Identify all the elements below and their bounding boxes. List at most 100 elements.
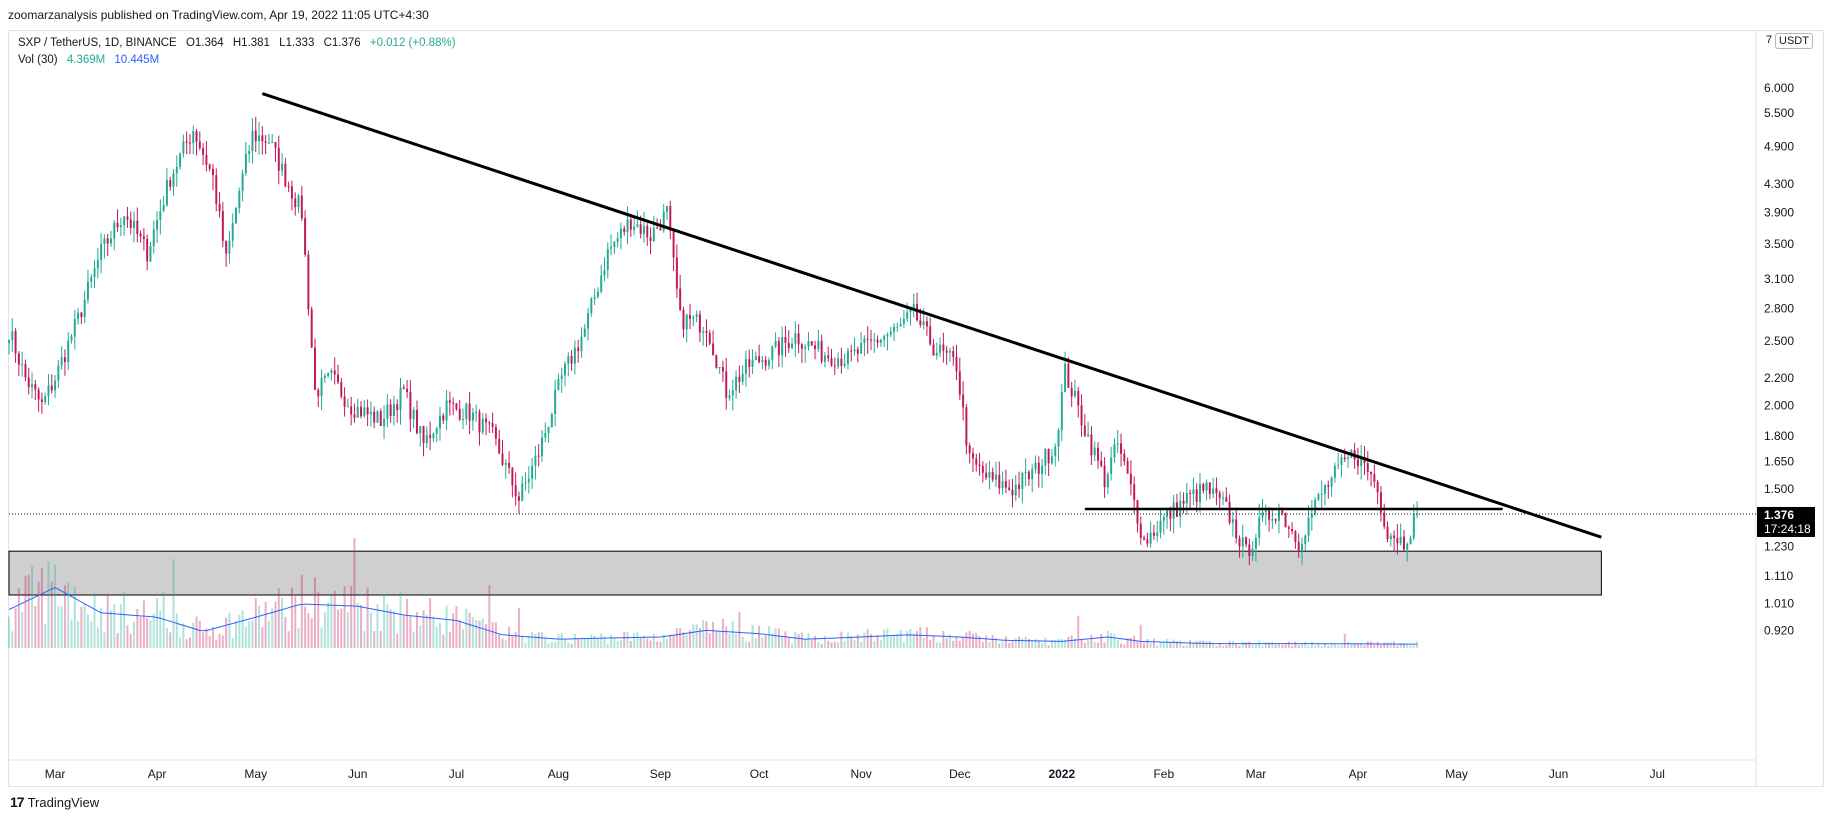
candle [93, 260, 96, 289]
volume-bar [639, 637, 642, 648]
candle [968, 442, 971, 464]
volume-bar [830, 642, 833, 648]
volume-bar [840, 631, 843, 648]
candle-body [1317, 494, 1320, 500]
volume-bar [258, 605, 261, 648]
volume-bar [254, 598, 257, 648]
candle [27, 367, 30, 395]
candle [366, 399, 369, 427]
volume-bar [1235, 644, 1238, 648]
volume-bar [1350, 644, 1353, 648]
candle-body [106, 238, 109, 244]
volume-bar [1077, 615, 1080, 648]
volume-bar [103, 632, 106, 648]
candle [67, 332, 70, 371]
volume-bar [93, 592, 96, 648]
candle [346, 398, 349, 408]
volume-bar [1011, 639, 1014, 648]
candle [1162, 514, 1165, 535]
candle-body [744, 359, 747, 374]
candle-body [843, 363, 846, 366]
candle [962, 381, 965, 421]
volume-bar [679, 628, 682, 648]
volume-bar [873, 641, 876, 648]
candle [672, 228, 675, 271]
candle-body [531, 465, 534, 479]
candle [610, 234, 613, 256]
volume-bar [126, 625, 129, 648]
candle [343, 387, 346, 417]
candle-body [1205, 482, 1208, 491]
volume-bar [728, 634, 731, 648]
volume-bar [758, 625, 761, 648]
y-tick-label: 3.500 [1764, 237, 1794, 251]
candle [402, 384, 405, 390]
candle [616, 232, 619, 248]
candle [1231, 511, 1234, 537]
volume-bar [504, 640, 507, 648]
x-tick-label: 2022 [1048, 767, 1075, 781]
candle-body [271, 142, 274, 144]
volume-bar [123, 592, 126, 648]
candle-body [1136, 500, 1139, 524]
volume-bar [1379, 645, 1382, 648]
candle-body [1409, 538, 1412, 545]
candle [557, 373, 560, 391]
candle-body [1412, 514, 1415, 539]
candle-body [208, 164, 211, 169]
candle [475, 404, 478, 423]
volume-bar [718, 632, 721, 648]
volume-bar [1060, 638, 1063, 648]
candle [264, 134, 267, 155]
volume-bar [919, 627, 922, 648]
candle [86, 269, 89, 304]
candle [498, 429, 501, 455]
candle-body [294, 198, 297, 208]
price-chart[interactable]: 6.000 5.500 4.900 4.300 3.900 3.500 3.100 2.800… [0, 0, 1834, 821]
candle-body [761, 359, 764, 363]
candle-body [955, 356, 958, 372]
volume-bar [705, 621, 708, 648]
candle-body [162, 205, 165, 212]
candle [695, 310, 698, 323]
volume-bar [205, 628, 208, 648]
candle [80, 311, 83, 325]
candle-body [570, 355, 573, 364]
volume-bar [419, 625, 422, 648]
volume-bar [1195, 641, 1198, 648]
volume-bar [800, 632, 803, 648]
candle-body [692, 317, 695, 319]
candle [840, 347, 843, 374]
volume-bar [958, 640, 961, 648]
last-price-tag: 1.37617:24:18 [1757, 506, 1815, 537]
candle-body [642, 225, 645, 234]
tradingview-logo-icon[interactable]: 17 [10, 794, 25, 810]
candle [649, 227, 652, 255]
candle [1136, 499, 1139, 533]
candle-body [202, 148, 205, 155]
x-tick-label: Jun [1549, 767, 1568, 781]
volume-bar [886, 628, 889, 648]
candle-body [1057, 429, 1060, 447]
volume-bar [169, 632, 172, 648]
candle [797, 324, 800, 354]
candle [662, 204, 665, 233]
volume-bar [1067, 636, 1070, 648]
candle-body [995, 474, 997, 480]
candle [34, 380, 37, 401]
candle-body [1156, 532, 1159, 536]
candle-body [1294, 531, 1297, 542]
candle-body [211, 168, 214, 176]
volume-bar [241, 610, 244, 648]
candle-body [1034, 462, 1037, 470]
candle [718, 367, 721, 374]
brand-name[interactable]: TradingView [28, 795, 100, 810]
candle [44, 392, 47, 405]
candle-body [695, 314, 698, 318]
candle [685, 313, 688, 343]
candle [1027, 469, 1030, 486]
candle-body [1366, 463, 1369, 472]
volume-bar [31, 565, 34, 648]
candle [439, 406, 441, 441]
candle [942, 332, 945, 363]
